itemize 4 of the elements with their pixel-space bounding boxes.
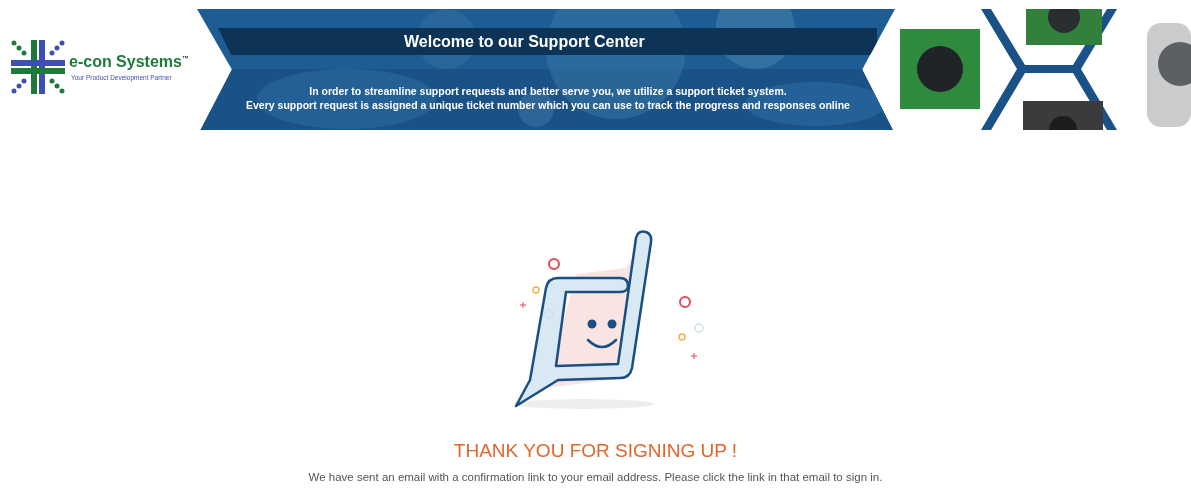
logo-icon bbox=[11, 39, 65, 94]
confirmation-message: We have sent an email with a confirmation link to your email address. Please click the link in that email to sign in. bbox=[308, 471, 883, 483]
company-name: e-con Systems$^{™}$ bbox=[69, 52, 189, 71]
heading: THANK YOU FOR SIGNING UP ! bbox=[453, 440, 738, 462]
